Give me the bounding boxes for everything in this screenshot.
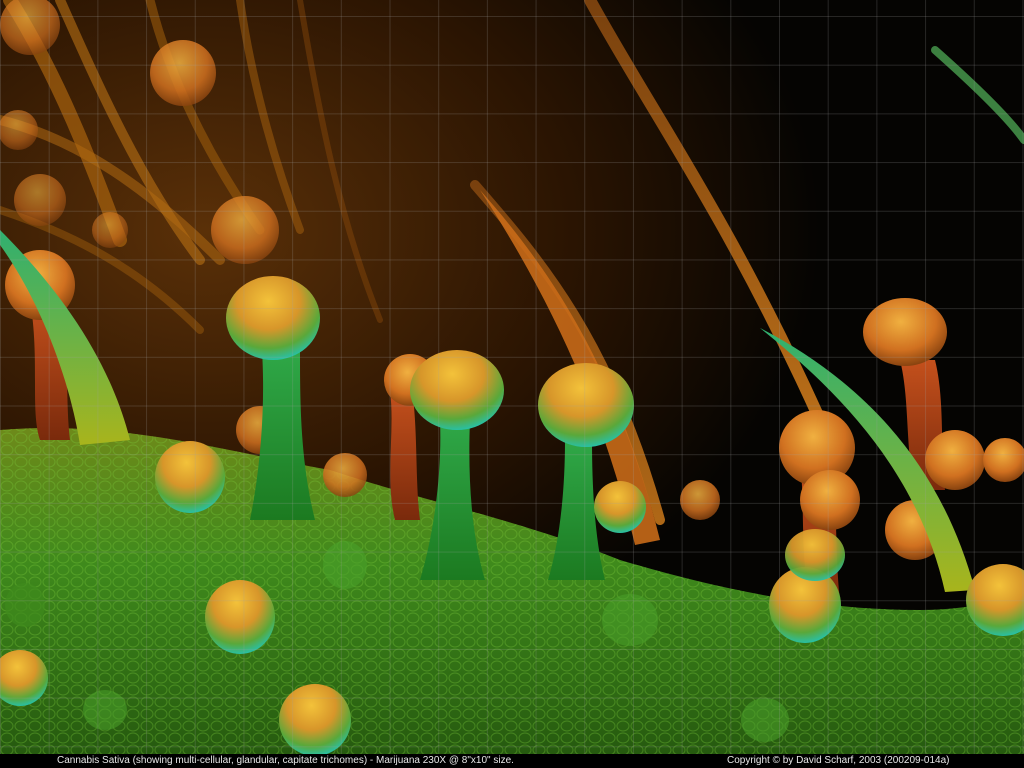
- caption-copyright: Copyright © by David Scharf, 2003 (20020…: [727, 755, 950, 766]
- caption-description: Cannabis Sativa (showing multi-cellular,…: [57, 755, 514, 766]
- micrograph-scene: Cannabis Sativa (showing multi-cellular,…: [0, 0, 1024, 768]
- caption-bar: Cannabis Sativa (showing multi-cellular,…: [0, 754, 1024, 768]
- micrograph-illustration: [0, 0, 1024, 768]
